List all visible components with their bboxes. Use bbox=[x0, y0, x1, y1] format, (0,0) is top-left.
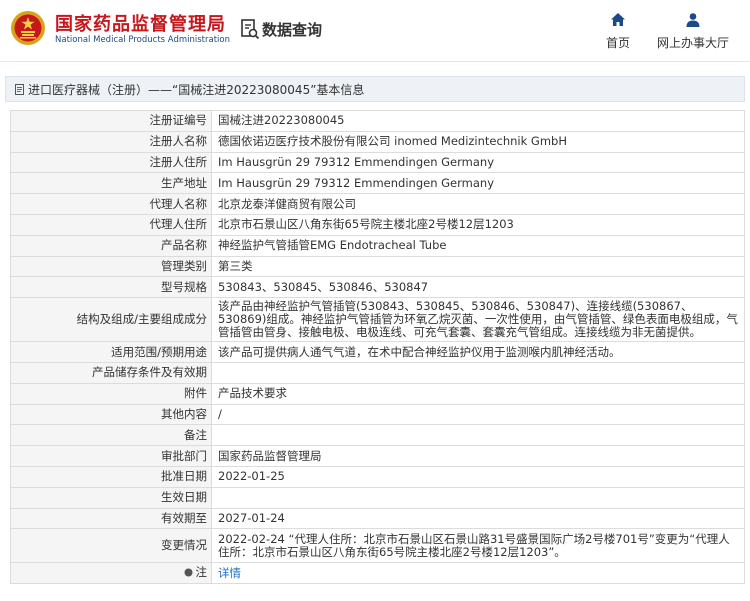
document-search-icon bbox=[241, 19, 260, 40]
breadcrumb-text: 进口医疗器械（注册）——“国械注进20223080045”基本信息 bbox=[28, 82, 365, 97]
nav-service-label: 网上办事大厅 bbox=[656, 36, 729, 50]
field-label: 生效日期 bbox=[10, 486, 212, 509]
field-label: 注册人名称 bbox=[10, 130, 212, 153]
field-label: 备注 bbox=[10, 424, 212, 447]
field-value: 产品技术要求 bbox=[211, 382, 745, 405]
table-row: 批准日期 2022-01-25 bbox=[10, 465, 745, 488]
table-row: 适用范围/预期用途 该产品可提供病人通气气道，在术中配合神经监护仪用于监测喉内肌… bbox=[10, 341, 745, 363]
table-row: 代理人住所 北京市石景山区八角东街65号院主楼北座2号楼12层1203 bbox=[10, 213, 745, 236]
field-value: 德国依诺迈医疗技术股份有限公司 inomed Medizintechnik Gm… bbox=[211, 130, 745, 153]
field-label: 注册人住所 bbox=[10, 151, 212, 174]
field-value: 第三类 bbox=[211, 255, 745, 278]
table-row: 审批部门 国家药品监督管理局 bbox=[10, 445, 745, 467]
field-value: 530843、530845、530846、530847 bbox=[211, 276, 745, 299]
field-label: 注册证编号 bbox=[10, 110, 212, 132]
field-value bbox=[211, 486, 745, 509]
field-value: 2022-02-24 “代理人住所：北京市石景山区石景山路31号盛景国际广场2号… bbox=[211, 528, 745, 564]
table-row: 生效日期 bbox=[10, 486, 745, 509]
details-cell: 详情 bbox=[211, 562, 745, 585]
field-label: 批准日期 bbox=[10, 465, 212, 488]
data-query-label: 数据查询 bbox=[262, 20, 323, 39]
field-value: 2027-01-24 bbox=[211, 507, 745, 530]
table-row: 型号规格 530843、530845、530846、530847 bbox=[10, 276, 745, 299]
field-label: 注 bbox=[195, 565, 208, 580]
brand-name-cn[interactable]: 国家药品监督管理局 bbox=[55, 10, 226, 36]
bullet-icon bbox=[184, 568, 192, 577]
field-value: Im Hausgrün 29 79312 Emmendingen Germany bbox=[211, 151, 745, 174]
field-label: 审批部门 bbox=[10, 445, 212, 467]
home-icon bbox=[611, 13, 625, 26]
table-row: 代理人名称 北京龙泰洋健商贸有限公司 bbox=[10, 193, 745, 215]
brand-name-en: National Medical Products Administration bbox=[55, 35, 230, 45]
field-value: 2022-01-25 bbox=[211, 465, 745, 488]
field-value: 北京市石景山区八角东街65号院主楼北座2号楼12层1203 bbox=[211, 213, 745, 236]
registration-detail-table: 注册证编号 国械注进20223080045 注册人名称 德国依诺迈医疗技术股份有… bbox=[10, 110, 745, 585]
field-value: 该产品可提供病人通气气道，在术中配合神经监护仪用于监测喉内肌神经活动。 bbox=[211, 341, 745, 363]
field-value bbox=[211, 361, 745, 384]
field-label: 有效期至 bbox=[10, 507, 212, 530]
national-emblem-logo[interactable] bbox=[10, 10, 46, 46]
user-icon bbox=[686, 13, 700, 27]
field-label: 生产地址 bbox=[10, 172, 212, 195]
table-row: 注册人名称 德国依诺迈医疗技术股份有限公司 inomed Medizintech… bbox=[10, 130, 745, 153]
field-label: 产品储存条件及有效期 bbox=[10, 361, 212, 384]
nav-service-hall[interactable]: 网上办事大厅 bbox=[652, 12, 734, 51]
table-row: 注 详情 bbox=[10, 562, 745, 585]
data-query-link[interactable]: 数据查询 bbox=[240, 18, 322, 40]
table-row: 结构及组成/主要组成成分 该产品由神经监护气管插管(530843、530845、… bbox=[10, 297, 745, 343]
field-label: 管理类别 bbox=[10, 255, 212, 278]
table-row: 生产地址 Im Hausgrün 29 79312 Emmendingen Ge… bbox=[10, 172, 745, 195]
table-row: 有效期至 2027-01-24 bbox=[10, 507, 745, 530]
table-row: 其他内容 / bbox=[10, 403, 745, 426]
field-label: 代理人住所 bbox=[10, 213, 212, 236]
table-row: 注册证编号 国械注进20223080045 bbox=[10, 110, 745, 132]
field-value bbox=[211, 424, 745, 447]
site-header: 国家药品监督管理局 National Medical Products Admi… bbox=[0, 0, 750, 62]
note-label-cell: 注 bbox=[10, 562, 212, 585]
nav-home-label: 首页 bbox=[605, 36, 630, 50]
field-value: / bbox=[211, 403, 745, 426]
field-value: Im Hausgrün 29 79312 Emmendingen Germany bbox=[211, 172, 745, 195]
field-label: 型号规格 bbox=[10, 276, 212, 299]
field-value: 国械注进20223080045 bbox=[211, 110, 745, 132]
document-icon bbox=[15, 83, 24, 95]
table-row: 产品储存条件及有效期 bbox=[10, 361, 745, 384]
table-row: 附件 产品技术要求 bbox=[10, 382, 745, 405]
field-label: 适用范围/预期用途 bbox=[10, 341, 212, 363]
field-value: 神经监护气管插管EMG Endotracheal Tube bbox=[211, 234, 745, 257]
details-link[interactable]: 详情 bbox=[218, 566, 241, 580]
table-row: 管理类别 第三类 bbox=[10, 255, 745, 278]
field-value: 该产品由神经监护气管插管(530843、530845、530846、530847… bbox=[211, 297, 745, 343]
table-row: 变更情况 2022-02-24 “代理人住所：北京市石景山区石景山路31号盛景国… bbox=[10, 528, 745, 564]
field-value: 北京龙泰洋健商贸有限公司 bbox=[211, 193, 745, 215]
note-key: 注 bbox=[184, 565, 208, 580]
field-label: 其他内容 bbox=[10, 403, 212, 426]
table-row: 注册人住所 Im Hausgrün 29 79312 Emmendingen G… bbox=[10, 151, 745, 174]
field-label: 产品名称 bbox=[10, 234, 212, 257]
field-value: 国家药品监督管理局 bbox=[211, 445, 745, 467]
field-label: 附件 bbox=[10, 382, 212, 405]
field-label: 代理人名称 bbox=[10, 193, 212, 215]
table-row: 备注 bbox=[10, 424, 745, 447]
breadcrumb: 进口医疗器械（注册）——“国械注进20223080045”基本信息 bbox=[5, 76, 745, 102]
field-label: 结构及组成/主要组成成分 bbox=[10, 297, 212, 343]
table-row: 产品名称 神经监护气管插管EMG Endotracheal Tube bbox=[10, 234, 745, 257]
nav-home[interactable]: 首页 bbox=[598, 12, 638, 51]
field-label: 变更情况 bbox=[10, 528, 212, 564]
